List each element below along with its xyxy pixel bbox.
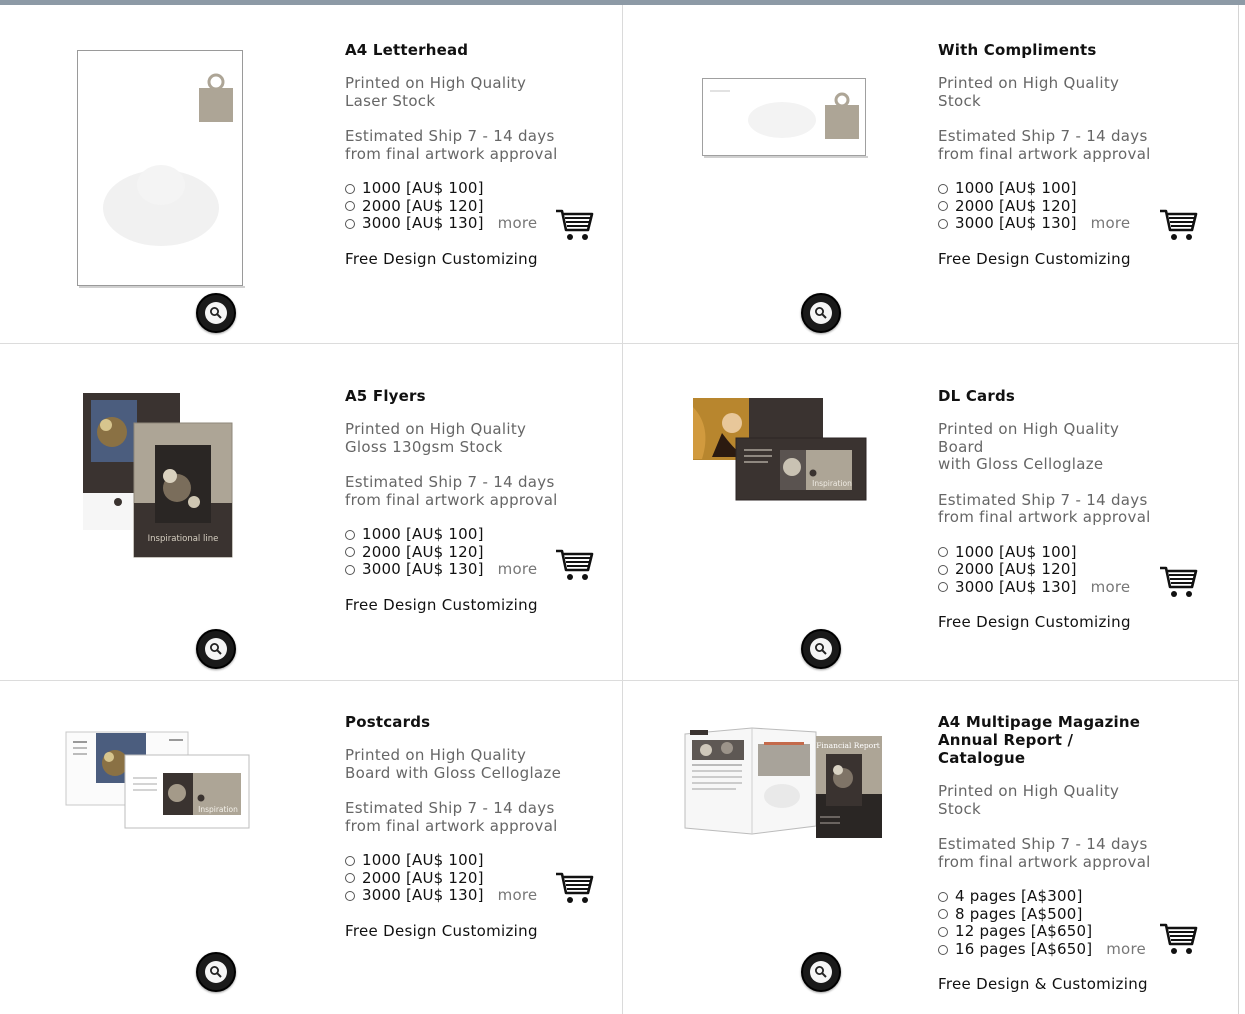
product-title: Postcards bbox=[345, 713, 431, 731]
magnifier-icon bbox=[205, 961, 227, 983]
free-design-label: Free Design Customizing bbox=[938, 613, 1131, 632]
radio-button[interactable] bbox=[938, 547, 948, 558]
free-design-label: Free Design Customizing bbox=[345, 595, 538, 614]
shipping-estimate: Estimated Ship 7 - 14 days from final ar… bbox=[345, 473, 558, 509]
right-edge bbox=[1238, 5, 1239, 1014]
radio-button[interactable] bbox=[938, 582, 948, 593]
radio-button[interactable] bbox=[938, 218, 948, 229]
radio-button[interactable] bbox=[345, 529, 355, 540]
product-description: Printed on High Quality Gloss 130gsm Sto… bbox=[345, 420, 527, 456]
shipping-estimate: Estimated Ship 7 - 14 days from final ar… bbox=[938, 490, 1151, 526]
free-design-label: Free Design Customizing bbox=[345, 249, 538, 268]
svg-text:Inspiration: Inspiration bbox=[198, 805, 238, 814]
shipping-estimate: Estimated Ship 7 - 14 days from final ar… bbox=[345, 799, 558, 835]
shopping-cart-icon[interactable] bbox=[1159, 208, 1199, 246]
magnifier-icon bbox=[810, 961, 832, 983]
product-image bbox=[77, 50, 245, 292]
radio-button[interactable] bbox=[345, 218, 355, 229]
row-divider bbox=[0, 343, 1238, 344]
magnifier-icon bbox=[205, 302, 227, 324]
more-link[interactable]: more bbox=[498, 561, 538, 579]
product-image: Inspirational line bbox=[82, 392, 234, 564]
svg-text:Financial Report: Financial Report bbox=[816, 741, 880, 750]
zoom-button[interactable] bbox=[801, 293, 841, 333]
product-description: Printed on High Quality Stock bbox=[938, 74, 1120, 110]
free-design-label: Free Design Customizing bbox=[938, 249, 1131, 268]
quantity-option[interactable]: 1000 [AU$ 100] bbox=[345, 525, 605, 544]
page-option[interactable]: 4 pages [A$300] bbox=[938, 887, 1198, 906]
quantity-option[interactable]: 1000 [AU$ 100] bbox=[345, 851, 605, 870]
product-image bbox=[702, 78, 868, 164]
product-description: Printed on High Quality Laser Stock bbox=[345, 74, 527, 110]
radio-button[interactable] bbox=[938, 564, 948, 575]
product-description: Printed on High Quality Stock bbox=[938, 782, 1120, 818]
shipping-estimate: Estimated Ship 7 - 14 days from final ar… bbox=[938, 835, 1151, 871]
product-image: Inspiration bbox=[692, 397, 868, 507]
radio-button[interactable] bbox=[345, 855, 355, 866]
more-link[interactable]: more bbox=[498, 887, 538, 905]
more-link[interactable]: more bbox=[1106, 940, 1146, 959]
product-image: Financial Report bbox=[682, 724, 884, 844]
zoom-button[interactable] bbox=[196, 629, 236, 669]
radio-button[interactable] bbox=[345, 201, 355, 212]
svg-text:Inspirational line: Inspirational line bbox=[148, 534, 219, 544]
zoom-button[interactable] bbox=[801, 629, 841, 669]
svg-text:Inspiration: Inspiration bbox=[812, 479, 852, 488]
radio-button[interactable] bbox=[345, 890, 355, 901]
shopping-cart-icon[interactable] bbox=[555, 871, 595, 909]
product-title: DL Cards bbox=[938, 387, 1016, 405]
product-description: Printed on High Quality Board with Gloss… bbox=[345, 746, 562, 782]
radio-button[interactable] bbox=[938, 891, 948, 902]
product-title: A4 Letterhead bbox=[345, 41, 469, 59]
free-design-label: Free Design Customizing bbox=[345, 921, 538, 940]
product-title: A4 Multipage Magazine Annual Report / Ca… bbox=[938, 713, 1141, 767]
shipping-estimate: Estimated Ship 7 - 14 days from final ar… bbox=[938, 127, 1151, 163]
magnifier-icon bbox=[810, 638, 832, 660]
radio-button[interactable] bbox=[345, 873, 355, 884]
zoom-button[interactable] bbox=[801, 952, 841, 992]
radio-button[interactable] bbox=[345, 183, 355, 194]
shopping-cart-icon[interactable] bbox=[1159, 922, 1199, 960]
radio-button[interactable] bbox=[938, 926, 948, 937]
more-link[interactable]: more bbox=[1091, 578, 1131, 597]
quantity-option[interactable]: 1000 [AU$ 100] bbox=[938, 543, 1198, 562]
quantity-option[interactable]: 1000 [AU$ 100] bbox=[938, 179, 1198, 198]
radio-button[interactable] bbox=[345, 564, 355, 575]
radio-button[interactable] bbox=[938, 944, 948, 955]
radio-button[interactable] bbox=[938, 201, 948, 212]
zoom-button[interactable] bbox=[196, 293, 236, 333]
free-design-label: Free Design & Customizing bbox=[938, 975, 1148, 994]
magnifier-icon bbox=[810, 302, 832, 324]
quantity-option[interactable]: 1000 [AU$ 100] bbox=[345, 179, 605, 198]
radio-button[interactable] bbox=[938, 183, 948, 194]
page-option[interactable]: 8 pages [A$500] bbox=[938, 905, 1198, 924]
column-divider bbox=[622, 5, 623, 1014]
product-title: A5 Flyers bbox=[345, 387, 426, 405]
product-description: Printed on High Quality Board with Gloss… bbox=[938, 420, 1120, 473]
magnifier-icon bbox=[205, 638, 227, 660]
product-image: Inspiration bbox=[65, 731, 251, 835]
more-link[interactable]: more bbox=[1091, 215, 1131, 233]
more-link[interactable]: more bbox=[498, 215, 538, 233]
shopping-cart-icon[interactable] bbox=[555, 548, 595, 586]
product-title: With Compliments bbox=[938, 41, 1097, 59]
row-divider bbox=[0, 680, 1238, 681]
shipping-estimate: Estimated Ship 7 - 14 days from final ar… bbox=[345, 127, 558, 163]
shopping-cart-icon[interactable] bbox=[555, 208, 595, 246]
radio-button[interactable] bbox=[345, 547, 355, 558]
radio-button[interactable] bbox=[938, 909, 948, 920]
zoom-button[interactable] bbox=[196, 952, 236, 992]
shopping-cart-icon[interactable] bbox=[1159, 565, 1199, 603]
